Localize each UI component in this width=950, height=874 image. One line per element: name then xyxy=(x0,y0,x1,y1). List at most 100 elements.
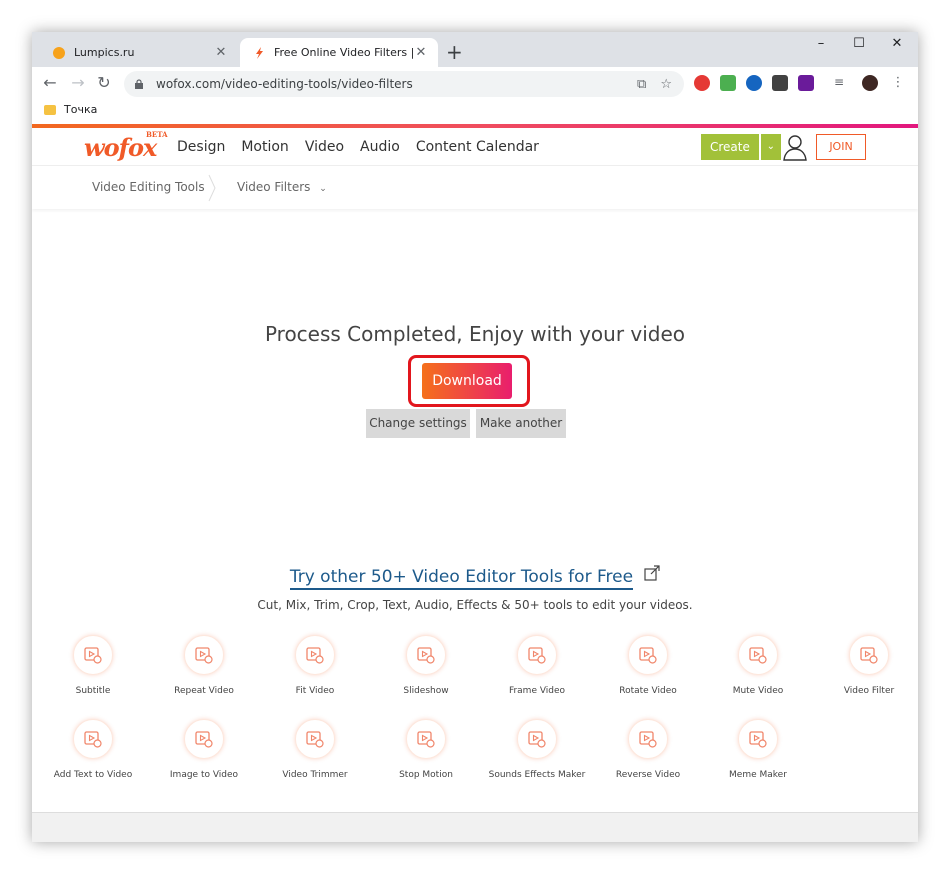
video-tool-icon xyxy=(406,719,446,759)
wofox-icon xyxy=(256,46,263,59)
tab-title: Lumpics.ru xyxy=(74,46,135,59)
tool-label: Frame Video xyxy=(508,686,566,696)
star-icon[interactable]: ☆ xyxy=(660,77,672,92)
video-tool-icon xyxy=(184,635,224,675)
video-tool-icon xyxy=(517,719,557,759)
close-icon[interactable]: ✕ xyxy=(214,45,228,60)
create-button-group: Create ⌄ xyxy=(701,134,781,160)
tool-label: Video Filter xyxy=(843,686,895,696)
video-tool-icon xyxy=(738,719,778,759)
browser-toolbar: ← → ↻ wofox.com/video-editing-tools/vide… xyxy=(32,67,918,99)
tool-reverse-video[interactable]: Reverse Video xyxy=(593,719,703,780)
reload-button[interactable]: ↻ xyxy=(94,73,114,92)
tool-label: Slideshow xyxy=(403,686,449,696)
tool-rotate-video[interactable]: Rotate Video xyxy=(593,635,703,696)
tool-meme-maker[interactable]: Meme Maker xyxy=(703,719,813,780)
menu-icon[interactable]: ⋮ xyxy=(890,75,906,91)
try-tools-link[interactable]: Try other 50+ Video Editor Tools for Fre… xyxy=(289,567,634,590)
nav-audio[interactable]: Audio xyxy=(360,139,400,155)
nav-content-calendar[interactable]: Content Calendar xyxy=(416,139,539,155)
video-tool-icon xyxy=(628,719,668,759)
beta-badge: BETA xyxy=(146,130,168,139)
extension-check-icon[interactable] xyxy=(720,75,736,91)
tool-video-filter[interactable]: Video Filter xyxy=(814,635,918,696)
tool-image-to-video[interactable]: Image to Video xyxy=(149,719,259,780)
close-window-button[interactable]: ✕ xyxy=(878,36,916,51)
breadcrumb-label: Video Filters xyxy=(237,180,311,194)
join-button[interactable]: JOIN xyxy=(816,134,866,160)
breadcrumb-video-editing-tools[interactable]: Video Editing Tools xyxy=(92,180,205,194)
main-nav: Design Motion Video Audio Content Calend… xyxy=(177,139,539,155)
video-tool-icon xyxy=(738,635,778,675)
tool-add-text-to-video[interactable]: Add Text to Video xyxy=(38,719,148,780)
tool-label: Mute Video xyxy=(732,686,784,696)
wofox-logo[interactable]: wofox BETA xyxy=(84,130,168,162)
tool-label: Fit Video xyxy=(295,686,335,696)
bookmark-tochka[interactable]: Точка xyxy=(44,103,97,116)
extension-opera-icon[interactable] xyxy=(694,75,710,91)
tool-label: Rotate Video xyxy=(619,686,677,696)
breadcrumb-video-filters[interactable]: Video Filters ⌄ xyxy=(237,180,327,194)
extension-box-icon[interactable] xyxy=(772,75,788,91)
video-tool-icon xyxy=(295,635,335,675)
maximize-button[interactable]: ☐ xyxy=(840,36,878,51)
video-tool-icon xyxy=(295,719,335,759)
tool-label: Subtitle xyxy=(75,686,111,696)
address-bar[interactable]: wofox.com/video-editing-tools/video-filt… xyxy=(124,71,684,97)
try-tools-heading: Try other 50+ Video Editor Tools for Fre… xyxy=(32,565,918,590)
tool-label: Image to Video xyxy=(169,770,239,780)
try-tools-subtitle: Cut, Mix, Trim, Crop, Text, Audio, Effec… xyxy=(257,598,693,612)
new-tab-button[interactable]: + xyxy=(446,41,463,63)
video-tool-icon xyxy=(73,719,113,759)
change-settings-button[interactable]: Change settings xyxy=(366,409,470,438)
url-text: wofox.com/video-editing-tools/video-filt… xyxy=(156,77,413,91)
back-button[interactable]: ← xyxy=(40,73,60,92)
chevron-down-icon[interactable]: ⌄ xyxy=(760,134,781,160)
page-footer xyxy=(32,812,918,842)
tool-subtitle[interactable]: Subtitle xyxy=(38,635,148,696)
translate-icon[interactable]: ⧉ xyxy=(637,77,646,92)
tab-wofox[interactable]: Free Online Video Filters | WoFox ✕ xyxy=(240,38,438,67)
orange-circle-icon xyxy=(53,46,65,59)
video-tool-icon xyxy=(184,719,224,759)
video-tool-icon xyxy=(517,635,557,675)
tab-lumpics[interactable]: Lumpics.ru ✕ xyxy=(40,38,238,67)
create-button[interactable]: Create xyxy=(701,134,759,160)
tool-mute-video[interactable]: Mute Video xyxy=(703,635,813,696)
browser-window: Lumpics.ru ✕ Free Online Video Filters |… xyxy=(32,32,918,842)
tool-label: Video Trimmer xyxy=(282,770,348,780)
minimize-button[interactable]: – xyxy=(802,36,840,51)
tab-strip: Lumpics.ru ✕ Free Online Video Filters |… xyxy=(32,32,918,67)
close-icon[interactable]: ✕ xyxy=(414,45,428,60)
user-icon[interactable] xyxy=(782,133,808,161)
tool-label: Repeat Video xyxy=(174,686,234,696)
site-header: wofox BETA Design Motion Video Audio Con… xyxy=(32,128,918,166)
playlist-icon[interactable]: ≡ xyxy=(834,75,850,91)
nav-motion[interactable]: Motion xyxy=(241,139,288,155)
nav-design[interactable]: Design xyxy=(177,139,225,155)
chevron-right-icon xyxy=(208,174,216,202)
video-tool-icon xyxy=(406,635,446,675)
tool-fit-video[interactable]: Fit Video xyxy=(260,635,370,696)
extension-globe-icon[interactable] xyxy=(746,75,762,91)
external-link-icon[interactable] xyxy=(644,565,660,581)
breadcrumb: Video Editing Tools Video Filters ⌄ xyxy=(32,167,918,209)
make-another-button[interactable]: Make another xyxy=(476,409,566,438)
tool-frame-video[interactable]: Frame Video xyxy=(482,635,592,696)
avatar[interactable] xyxy=(862,75,878,91)
tool-slideshow[interactable]: Slideshow xyxy=(371,635,481,696)
tool-repeat-video[interactable]: Repeat Video xyxy=(149,635,259,696)
tool-stop-motion[interactable]: Stop Motion xyxy=(371,719,481,780)
video-tool-icon xyxy=(73,635,113,675)
bookmarks-bar: Точка xyxy=(32,99,918,123)
nav-video[interactable]: Video xyxy=(305,139,344,155)
video-tool-icon xyxy=(849,635,889,675)
tool-sounds-effects-maker[interactable]: Sounds Effects Maker xyxy=(482,719,592,780)
chevron-down-icon: ⌄ xyxy=(319,184,327,194)
extension-ad-icon[interactable] xyxy=(798,75,814,91)
download-button[interactable]: Download xyxy=(422,363,512,399)
bookmark-label: Точка xyxy=(64,103,98,116)
tool-video-trimmer[interactable]: Video Trimmer xyxy=(260,719,370,780)
lock-icon xyxy=(135,79,143,89)
forward-button[interactable]: → xyxy=(68,73,88,92)
